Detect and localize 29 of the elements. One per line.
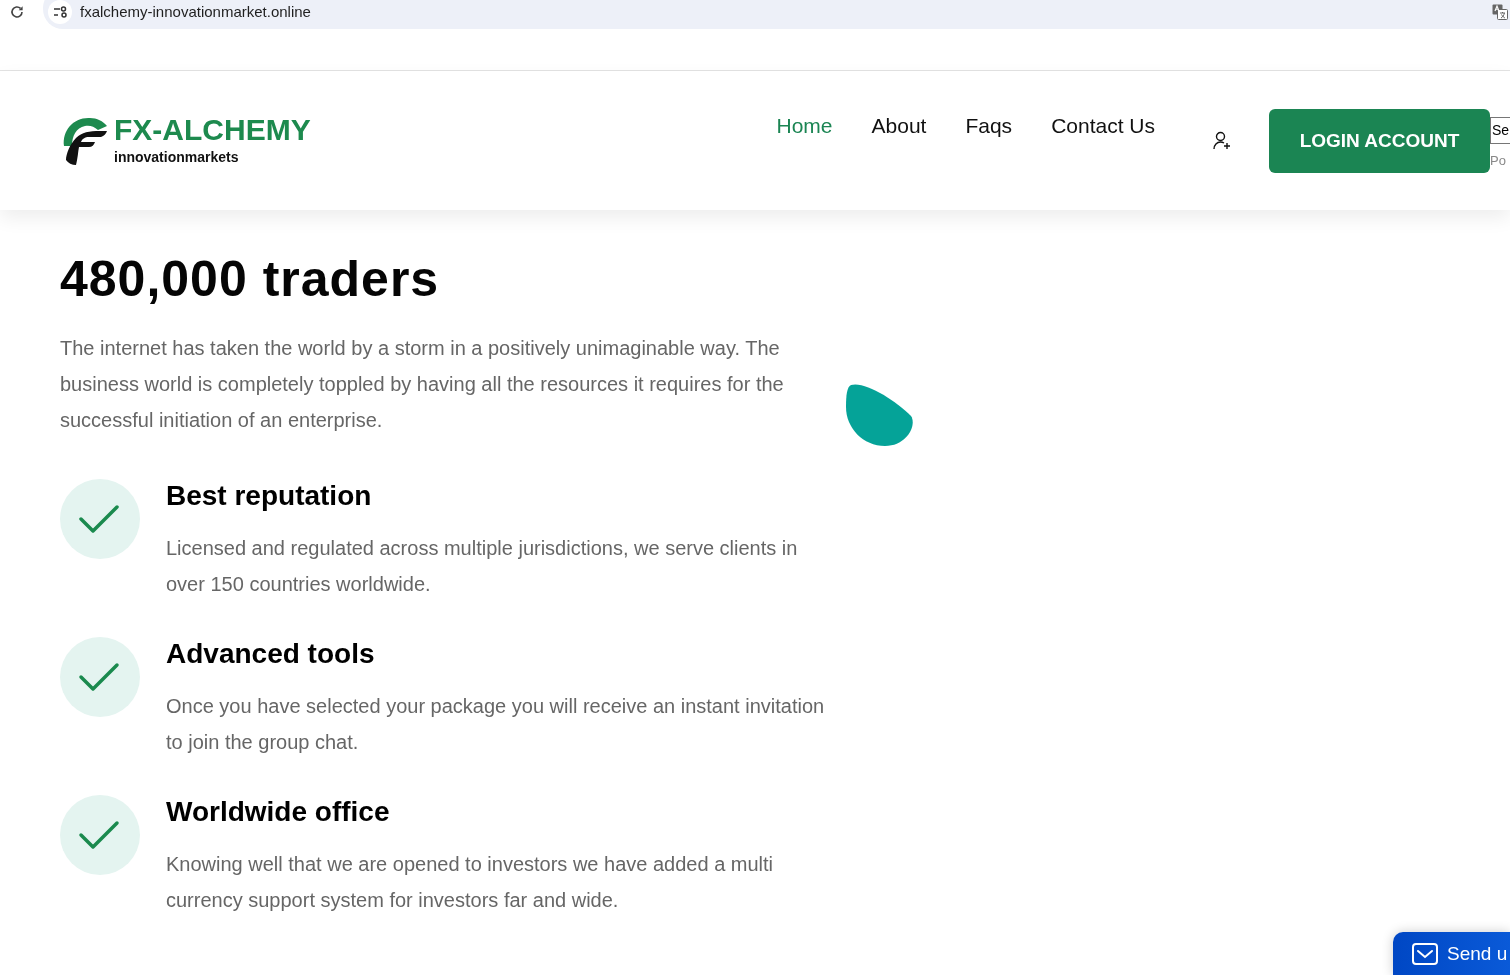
- headline: 480,000 traders: [60, 250, 441, 309]
- brand-tagline: innovationmarkets: [114, 148, 240, 166]
- language-select[interactable]: Se: [1490, 116, 1510, 144]
- feature-text: Once you have selected your package you will receive an instant invitation to join the group chat.: [166, 694, 826, 755]
- send-message-button[interactable]: Send u: [1393, 932, 1510, 975]
- powered-by-text: Po: [1490, 152, 1507, 169]
- feature-title: Best reputation: [166, 479, 373, 513]
- login-button[interactable]: LOGIN ACCOUNT: [1269, 108, 1490, 173]
- feature-text: Licensed and regulated across multiple jurisdictions, we serve clients in over 150 countries worldwide.: [166, 536, 799, 597]
- nav-link[interactable]: Contact Us: [1051, 113, 1155, 138]
- feature-title: Worldwide office: [166, 795, 391, 829]
- feature-title: Advanced tools: [166, 637, 376, 671]
- nav-link[interactable]: Home: [776, 113, 833, 138]
- feature-text: Knowing well that we are opened to investors we have added a multi currency support system for investors far and wide.: [166, 852, 775, 913]
- nav-link[interactable]: About: [871, 113, 927, 138]
- check-icon: [60, 795, 140, 875]
- check-icon: [60, 637, 140, 717]
- blob-shape: [845, 383, 915, 447]
- address-bar[interactable]: fxalchemy-innovationmarket.online: [43, 0, 1510, 29]
- nav-link[interactable]: Faqs: [965, 113, 1013, 138]
- url-text: fxalchemy-innovationmarket.online: [80, 2, 311, 22]
- brand-name[interactable]: FX-ALCHEMY: [114, 115, 311, 145]
- check-icon: [60, 479, 140, 559]
- site-info-icon[interactable]: [48, 0, 72, 24]
- envelope-icon: [1412, 942, 1438, 965]
- translate-icon[interactable]: [1492, 4, 1508, 20]
- user-add-icon[interactable]: [1213, 130, 1231, 151]
- intro-paragraph: The internet has taken the world by a storm in a positively unimaginable way. The business world is completely toppled by having all the resources it requires for the successful initiation of an enterprise.: [60, 336, 785, 433]
- reload-icon[interactable]: [10, 5, 24, 19]
